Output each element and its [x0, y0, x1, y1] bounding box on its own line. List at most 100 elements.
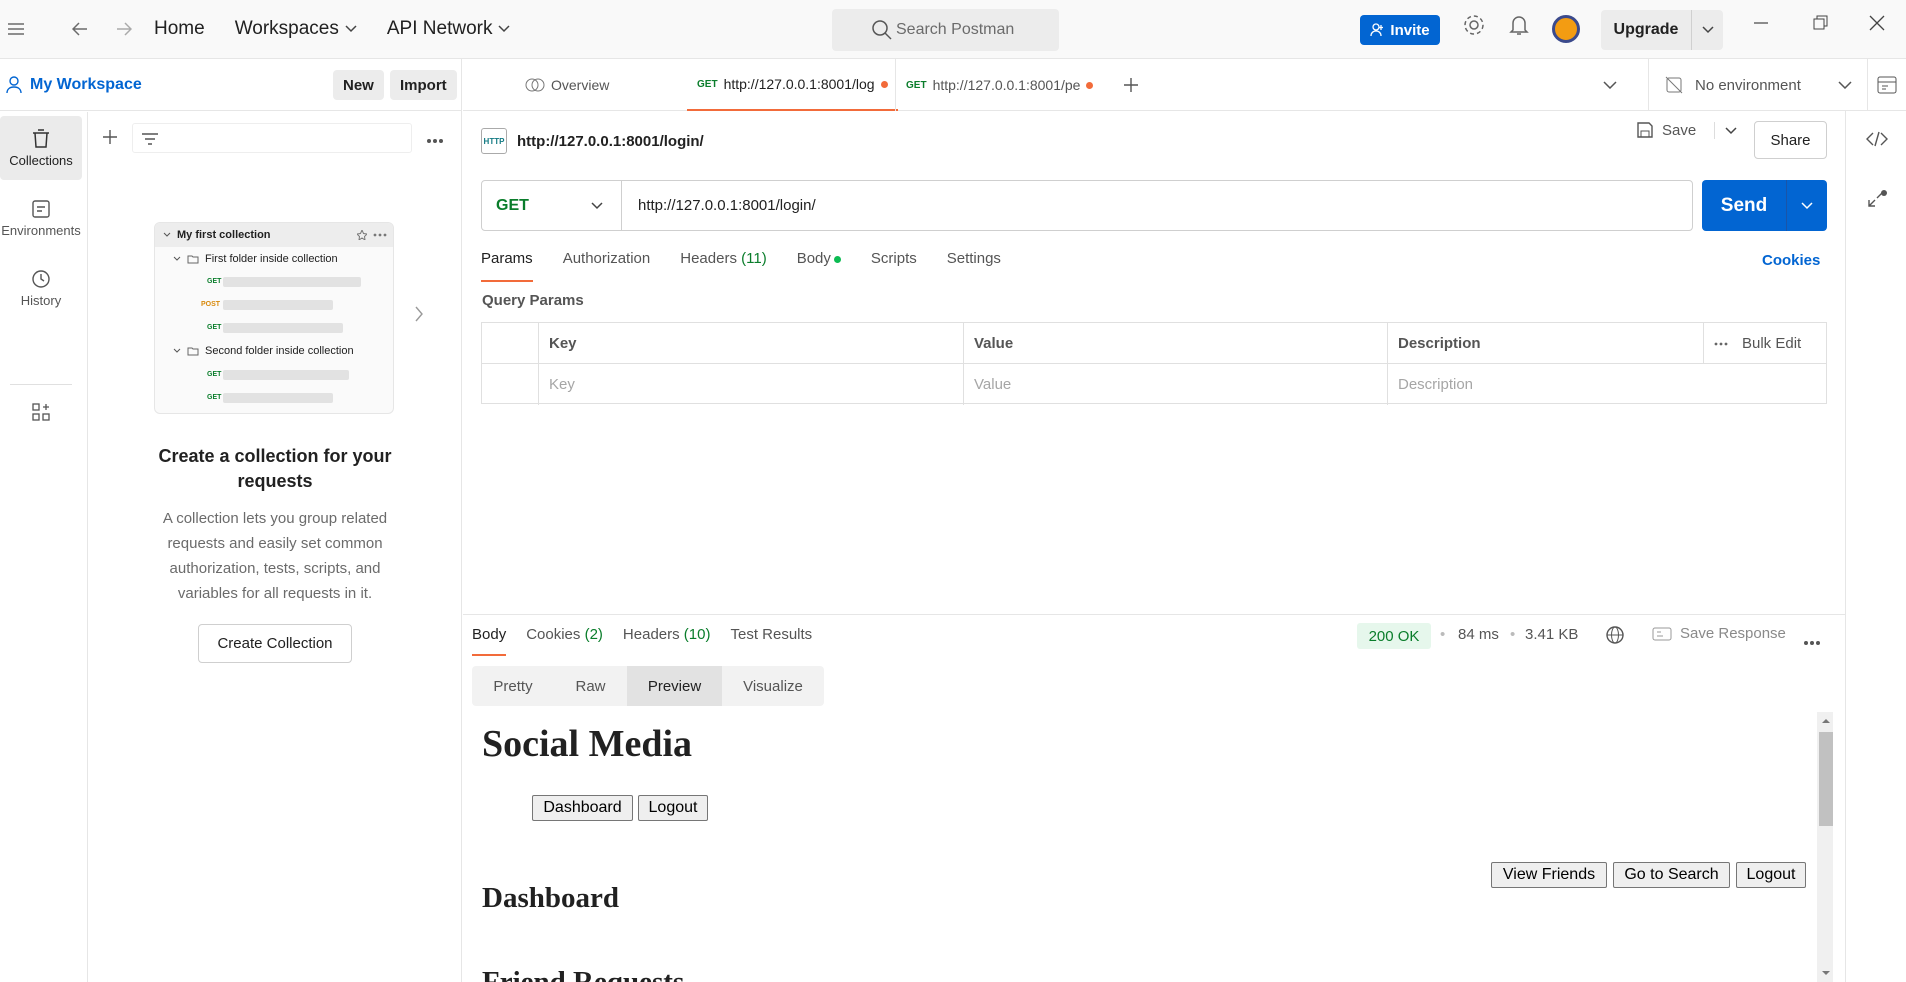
overview-icon: [525, 78, 545, 92]
preview-go-to-search-button[interactable]: Go to Search: [1613, 862, 1730, 888]
scroll-thumb[interactable]: [1819, 732, 1833, 826]
workspace-name[interactable]: My Workspace: [30, 76, 142, 94]
preview-scrollbar[interactable]: [1817, 712, 1833, 982]
status-badge[interactable]: 200 OK: [1357, 623, 1431, 649]
close-icon[interactable]: [1869, 14, 1885, 37]
chevron-down-icon: [173, 256, 181, 261]
tab-label: Params: [481, 250, 533, 267]
sidebar-item-environments[interactable]: Environments: [0, 186, 82, 250]
nav-home[interactable]: Home: [154, 18, 205, 40]
method-select[interactable]: GET: [482, 181, 622, 230]
configure-workspace-icon[interactable]: [0, 388, 82, 436]
tab-method: GET: [697, 78, 718, 90]
share-button[interactable]: Share: [1754, 121, 1827, 159]
request-tabs-bar: Overview GET http://127.0.0.1:8001/log G…: [463, 59, 1906, 111]
scroll-down-arrow-icon[interactable]: [1819, 968, 1833, 978]
search-input[interactable]: Search Postman: [832, 9, 1059, 51]
tabs-dropdown-icon[interactable]: [1603, 59, 1617, 111]
folder-icon: [187, 255, 199, 264]
menu-icon[interactable]: [0, 13, 32, 45]
chevron-right-icon[interactable]: [414, 306, 424, 325]
upgrade-button[interactable]: Upgrade: [1601, 10, 1723, 50]
cookies-link[interactable]: Cookies: [1762, 252, 1820, 269]
chevron-down-icon: [163, 232, 171, 237]
user-icon: [6, 75, 22, 93]
chevron-down-icon[interactable]: [1714, 121, 1737, 139]
import-button[interactable]: Import: [390, 70, 457, 100]
save-button[interactable]: Save: [1636, 121, 1737, 139]
preview-logout-button-2[interactable]: Logout: [1736, 862, 1806, 888]
tab-label: Headers: [680, 250, 737, 267]
more-options-icon[interactable]: [1803, 633, 1821, 649]
tab-settings[interactable]: Settings: [947, 250, 1001, 282]
globe-icon[interactable]: [1605, 625, 1625, 648]
forward-arrow-icon[interactable]: [108, 13, 140, 45]
tab-overview[interactable]: Overview: [525, 59, 609, 111]
environment-quick-look-icon[interactable]: [1867, 59, 1906, 111]
url-input[interactable]: http://127.0.0.1:8001/login/: [622, 197, 816, 214]
column-header-key: Key: [538, 323, 963, 364]
tab-pretty[interactable]: Pretty: [472, 666, 554, 706]
filter-input[interactable]: [132, 123, 412, 153]
tab-response-cookies[interactable]: Cookies (2): [526, 626, 603, 656]
scroll-up-arrow-icon[interactable]: [1819, 716, 1833, 726]
tab-response-headers[interactable]: Headers (10): [623, 626, 711, 656]
more-options-icon[interactable]: [426, 131, 444, 147]
tab-test-results[interactable]: Test Results: [730, 626, 812, 656]
tab-authorization[interactable]: Authorization: [563, 250, 651, 282]
nav-workspaces[interactable]: Workspaces: [235, 18, 357, 40]
row-checkbox[interactable]: [482, 364, 538, 405]
response-view-tabs: Pretty Raw Preview Visualize: [472, 666, 824, 706]
request-tabs: Params Authorization Headers (11) Body S…: [481, 250, 1001, 282]
key-input[interactable]: Key: [538, 364, 963, 405]
more-options-icon: [1714, 342, 1728, 345]
response-divider[interactable]: [463, 614, 1845, 615]
value-input[interactable]: Value: [963, 364, 1387, 405]
tab-body[interactable]: Body: [797, 250, 841, 282]
tab-raw[interactable]: Raw: [554, 666, 627, 706]
headers-count: (10): [683, 626, 711, 643]
response-size[interactable]: 3.41 KB: [1525, 626, 1578, 643]
notification-bell-icon[interactable]: [1509, 14, 1529, 39]
new-tab-icon[interactable]: [1123, 59, 1139, 111]
preview-dashboard-button[interactable]: Dashboard: [532, 795, 633, 821]
chevron-down-icon[interactable]: [1691, 10, 1723, 50]
tab-request-pe[interactable]: GET http://127.0.0.1:8001/pe: [895, 59, 1103, 111]
invite-button[interactable]: Invite: [1360, 15, 1440, 45]
minimize-icon[interactable]: [1753, 14, 1769, 37]
create-collection-button[interactable]: Create Collection: [198, 624, 352, 663]
environment-selector[interactable]: No environment: [1648, 59, 1868, 111]
chevron-down-icon[interactable]: [1786, 180, 1827, 231]
avatar[interactable]: [1552, 15, 1580, 43]
sidebar-item-history[interactable]: History: [0, 256, 82, 320]
tab-preview[interactable]: Preview: [627, 666, 722, 706]
import-label: Import: [400, 76, 447, 94]
sidebar-item-collections[interactable]: Collections: [0, 116, 82, 180]
nav-api-network[interactable]: API Network: [387, 18, 511, 40]
response-time[interactable]: 84 ms: [1458, 626, 1499, 643]
tab-request-login[interactable]: GET http://127.0.0.1:8001/log: [687, 59, 898, 111]
description-input[interactable]: Description: [1387, 364, 1826, 405]
new-button[interactable]: New: [333, 70, 384, 100]
settings-gear-icon[interactable]: [1463, 14, 1485, 39]
right-rail: [1845, 111, 1906, 982]
chevron-down-icon: [173, 348, 181, 353]
code-icon[interactable]: [1866, 131, 1888, 150]
share-label: Share: [1770, 131, 1811, 149]
tab-visualize[interactable]: Visualize: [722, 666, 824, 706]
tab-response-body[interactable]: Body: [472, 626, 507, 656]
request-name[interactable]: http://127.0.0.1:8001/login/: [517, 133, 704, 150]
bulk-edit-button[interactable]: Bulk Edit: [1703, 323, 1826, 364]
restore-icon[interactable]: [1812, 14, 1828, 37]
tab-scripts[interactable]: Scripts: [871, 250, 917, 282]
column-header-value: Value: [963, 323, 1387, 364]
add-icon[interactable]: [102, 129, 118, 148]
related-collections-icon[interactable]: [1866, 189, 1888, 212]
tab-params[interactable]: Params: [481, 250, 533, 282]
preview-logout-button[interactable]: Logout: [638, 795, 708, 821]
send-button[interactable]: Send: [1702, 180, 1827, 231]
preview-view-friends-button[interactable]: View Friends: [1491, 862, 1607, 888]
back-arrow-icon[interactable]: [64, 13, 96, 45]
save-response-button[interactable]: Save Response: [1652, 625, 1786, 642]
tab-headers[interactable]: Headers (11): [680, 250, 766, 282]
